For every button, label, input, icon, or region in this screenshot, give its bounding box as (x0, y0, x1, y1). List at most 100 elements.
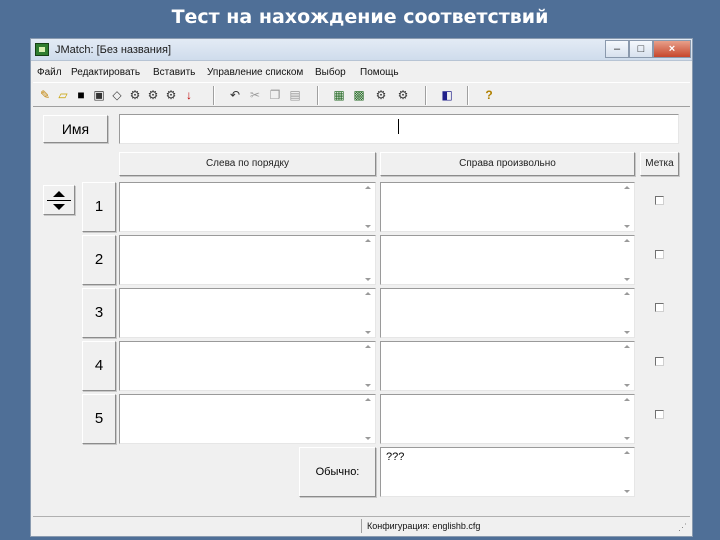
new-icon[interactable]: ✎ (37, 87, 53, 103)
scroll-down-icon (365, 278, 371, 281)
divider (47, 200, 71, 201)
help-icon[interactable]: ? (481, 87, 497, 103)
left-item-1[interactable] (119, 182, 376, 232)
scrollbar[interactable] (621, 184, 633, 230)
open-icon[interactable]: ▱ (55, 87, 71, 103)
save-as-icon[interactable]: ▣ (91, 87, 107, 103)
name-label: Имя (43, 115, 108, 143)
default-label: Обычно: (299, 447, 376, 497)
title-bar: JMatch: [Без названия] – □ × (31, 39, 692, 61)
undo-icon[interactable]: ↶ (227, 87, 243, 103)
scrollbar[interactable] (621, 396, 633, 442)
menu-select[interactable]: Выбор (315, 67, 346, 78)
mark-checkbox-5[interactable] (655, 410, 664, 419)
scroll-up-icon (624, 398, 630, 401)
scroll-down-icon (365, 225, 371, 228)
row-number-5: 5 (82, 394, 116, 444)
left-item-2[interactable] (119, 235, 376, 285)
left-item-3[interactable] (119, 288, 376, 338)
scrollbar[interactable] (362, 237, 374, 283)
scrollbar[interactable] (362, 290, 374, 336)
header-left-ordered: Слева по порядку (119, 152, 376, 176)
maximize-button[interactable]: □ (629, 40, 653, 58)
addtext-icon[interactable]: ◧ (439, 87, 455, 103)
menu-file[interactable]: Файл (37, 67, 62, 78)
close-button[interactable]: × (653, 40, 691, 58)
right-item-5[interactable] (380, 394, 635, 444)
row-number-3: 3 (82, 288, 116, 338)
export-icon[interactable]: ⚙ (127, 87, 143, 103)
right-item-3[interactable] (380, 288, 635, 338)
mark-checkbox-2[interactable] (655, 250, 664, 259)
mark-checkbox-4[interactable] (655, 357, 664, 366)
menu-bar: Файл Редактировать Вставить Управление с… (31, 63, 692, 81)
scroll-down-icon (624, 331, 630, 334)
name-input[interactable] (119, 114, 679, 144)
save-icon[interactable]: ■ (73, 87, 89, 103)
scroll-down-icon (624, 278, 630, 281)
arrow-down-icon (53, 204, 65, 210)
scrollbar[interactable] (621, 343, 633, 389)
scroll-down-icon (624, 490, 630, 493)
scrollbar[interactable] (621, 290, 633, 336)
default-input[interactable]: ??? (380, 447, 635, 497)
toolbar-separator (425, 86, 427, 105)
default-value: ??? (386, 451, 405, 463)
copy-icon[interactable]: ❐ (267, 87, 283, 103)
row-number-2: 2 (82, 235, 116, 285)
scroll-up-icon (624, 451, 630, 454)
text-caret (398, 119, 399, 134)
clear-icon[interactable]: ◇ (109, 87, 125, 103)
mark-checkbox-1[interactable] (655, 196, 664, 205)
scroll-up-icon (624, 186, 630, 189)
status-config: Конфигурация: englishb.cfg (367, 521, 481, 531)
scroll-up-icon (365, 292, 371, 295)
row-number-4: 4 (82, 341, 116, 391)
config-icon[interactable]: ▦ (331, 87, 347, 103)
header-mark: Метка (640, 152, 679, 176)
toolbar-separator (317, 86, 319, 105)
right-item-2[interactable] (380, 235, 635, 285)
scroll-up-icon (365, 239, 371, 242)
toolbar-separator (213, 86, 215, 105)
scroll-up-icon (365, 345, 371, 348)
export-hot-icon[interactable]: ⚙ (373, 87, 389, 103)
cut-icon[interactable]: ✂ (247, 87, 263, 103)
scrollbar[interactable] (362, 184, 374, 230)
slide-title: Тест на нахождение соответствий (171, 6, 549, 28)
scroll-down-icon (624, 225, 630, 228)
scroll-up-icon (624, 345, 630, 348)
mark-checkbox-3[interactable] (655, 303, 664, 312)
menu-help[interactable]: Помощь (360, 67, 399, 78)
paste-icon[interactable]: ▤ (287, 87, 303, 103)
right-item-1[interactable] (380, 182, 635, 232)
status-separator (361, 519, 362, 533)
scrollbar[interactable] (362, 343, 374, 389)
minimize-button[interactable]: – (605, 40, 629, 58)
scroll-down-icon (365, 331, 371, 334)
scroll-down-icon (365, 384, 371, 387)
header-right-random: Справа произвольно (380, 152, 635, 176)
left-item-5[interactable] (119, 394, 376, 444)
scroll-up-icon (365, 398, 371, 401)
export-web-icon[interactable]: ▩ (351, 87, 367, 103)
left-item-4[interactable] (119, 341, 376, 391)
menu-edit[interactable]: Редактировать (71, 67, 140, 78)
download-icon[interactable]: ↓ (181, 87, 197, 103)
right-item-4[interactable] (380, 341, 635, 391)
scroll-up-icon (624, 239, 630, 242)
scrollbar[interactable] (621, 237, 633, 283)
scroll-down-icon (624, 384, 630, 387)
scrollbar[interactable] (362, 396, 374, 442)
menu-insert[interactable]: Вставить (153, 67, 195, 78)
web-icon[interactable]: ⚙ (145, 87, 161, 103)
jmatch-window: JMatch: [Без названия] – □ × Файл Редакт… (30, 38, 693, 537)
export-java-icon[interactable]: ⚙ (395, 87, 411, 103)
menu-manage-list[interactable]: Управление списком (207, 67, 303, 78)
row-up-down-button[interactable] (43, 185, 75, 215)
window-title: JMatch: [Без названия] (55, 44, 171, 56)
scrollbar[interactable] (621, 449, 633, 495)
scroll-down-icon (624, 437, 630, 440)
wand-icon[interactable]: ⚙ (163, 87, 179, 103)
resize-grip-icon[interactable]: ⋰ (678, 522, 688, 532)
